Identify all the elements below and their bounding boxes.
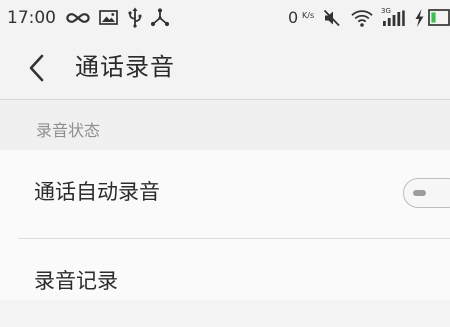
- auto-record-item[interactable]: 通话自动录音: [0, 150, 450, 238]
- page-title: 通话录音: [75, 53, 175, 81]
- network-speed-unit: K/s: [302, 11, 315, 20]
- network-speed: 0: [288, 8, 299, 27]
- status-time: 17:00: [7, 8, 56, 28]
- back-button[interactable]: [18, 50, 54, 86]
- status-bar: 17:00 0 K/s 3G: [0, 0, 450, 36]
- toggle-knob: [413, 189, 426, 196]
- auto-record-toggle[interactable]: [403, 178, 450, 208]
- auto-record-label: 通话自动录音: [34, 180, 160, 204]
- share-icon: [150, 8, 170, 27]
- image-icon: [99, 10, 118, 25]
- infinity-icon: [66, 13, 90, 23]
- usb-icon: [128, 7, 142, 28]
- chevron-left-icon: [29, 54, 44, 82]
- recording-history-item[interactable]: 录音记录: [0, 239, 450, 327]
- section-label: 录音状态: [36, 121, 101, 140]
- charging-icon: [415, 9, 424, 27]
- recording-history-label: 录音记录: [34, 269, 118, 293]
- navigation-bar: 通话录音: [0, 36, 450, 99]
- section-header: 录音状态: [0, 100, 450, 150]
- settings-list: 通话自动录音 录音记录: [0, 150, 450, 300]
- battery-icon: [428, 9, 450, 26]
- mute-icon: [323, 9, 340, 27]
- wifi-icon: [351, 10, 373, 27]
- signal-icon: [383, 10, 405, 26]
